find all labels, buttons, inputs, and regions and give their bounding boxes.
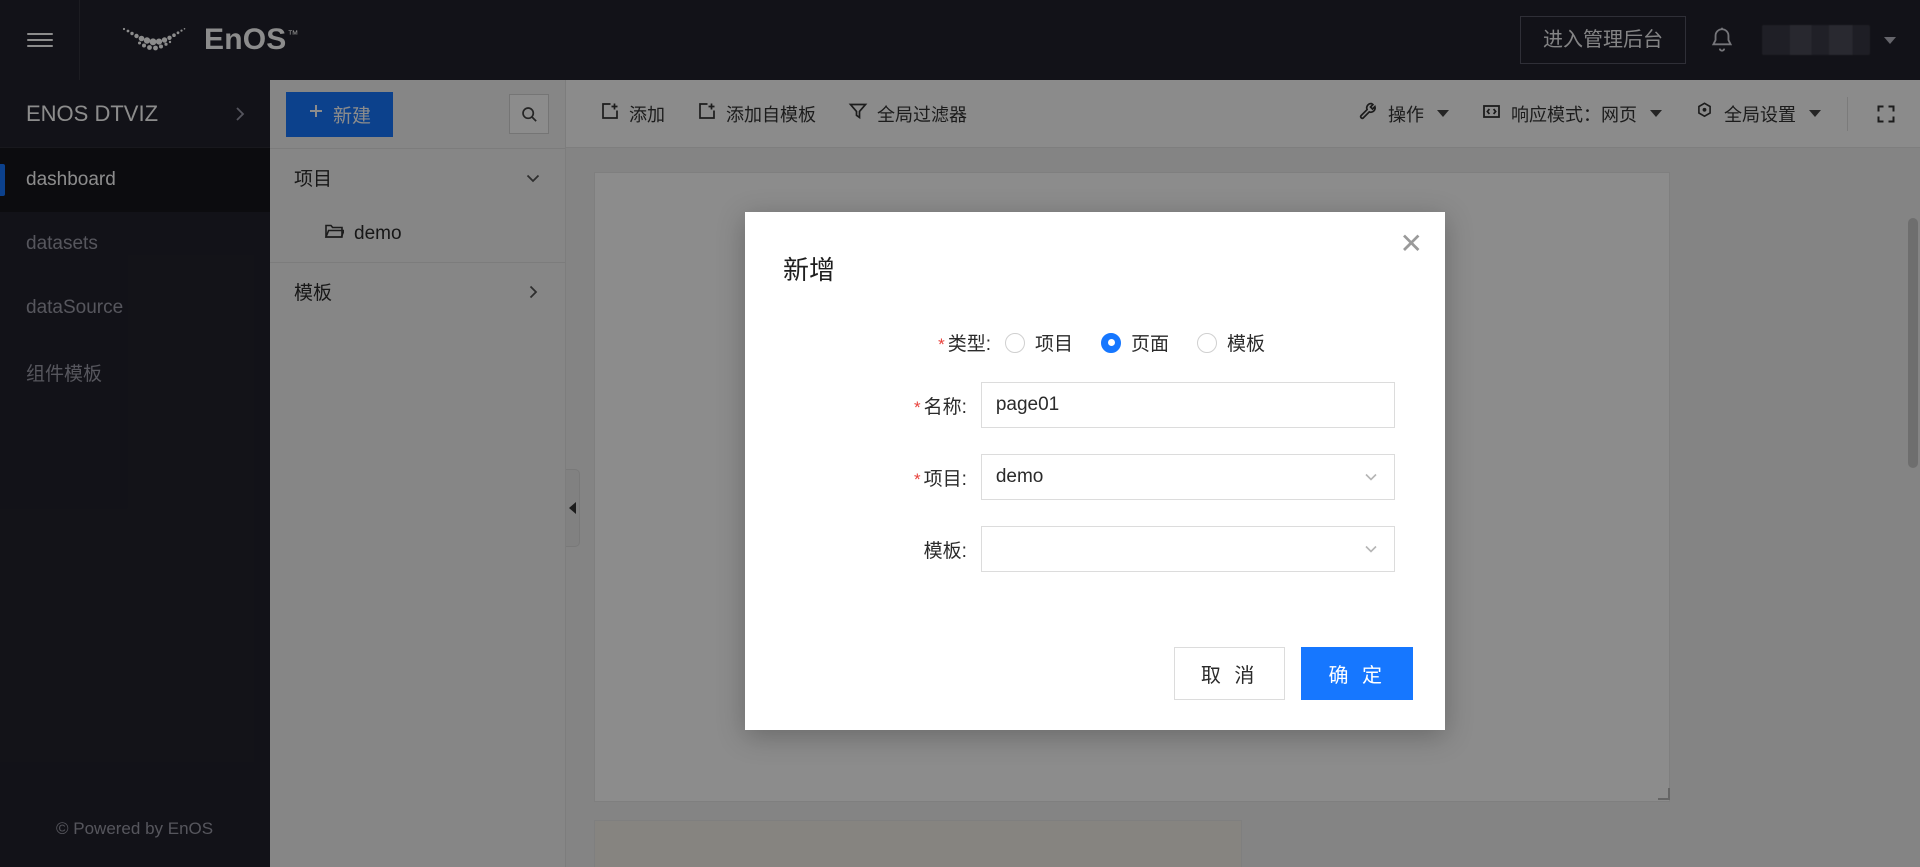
radio-option-label: 模板: [1227, 334, 1266, 355]
template-select[interactable]: [980, 526, 1395, 572]
project-field-row: * 项目: demo: [745, 454, 1395, 500]
name-input[interactable]: [980, 382, 1395, 428]
radio-option-label: 页面: [1131, 334, 1170, 355]
chevron-down-icon: [1362, 540, 1380, 558]
radio-circle-icon: [1005, 332, 1025, 353]
type-field-row: * 类型: 项目 页面 模板: [745, 329, 1395, 356]
template-label-text: 模板:: [923, 540, 967, 562]
dialog-footer: 取 消 确 定: [1173, 647, 1413, 700]
radio-option-page[interactable]: 页面: [1101, 329, 1169, 356]
project-field-label: * 项目:: [745, 464, 981, 491]
type-label-text: 类型:: [947, 334, 991, 355]
name-field-row: * 名称:: [745, 382, 1395, 428]
name-field-label: * 名称:: [745, 392, 981, 419]
project-select[interactable]: demo: [980, 454, 1395, 500]
cancel-button[interactable]: 取 消: [1173, 647, 1286, 700]
type-radio-group: 项目 页面 模板: [1005, 329, 1285, 356]
radio-option-template[interactable]: 模板: [1197, 329, 1265, 356]
app-root: EnOS™ 进入管理后台 ENOS DTVIZ dashboard datase…: [0, 0, 1920, 867]
radio-circle-icon: [1101, 332, 1122, 353]
radio-circle-icon: [1197, 332, 1218, 353]
dialog-body: * 类型: 项目 页面 模板 * 名称: page01 * 项目: demo 模…: [745, 287, 1445, 572]
chevron-down-icon: [1362, 468, 1380, 486]
radio-option-project[interactable]: 项目: [1005, 329, 1073, 356]
required-asterisk: *: [913, 397, 921, 417]
confirm-button[interactable]: 确 定: [1301, 647, 1413, 700]
close-icon[interactable]: ✕: [1400, 230, 1423, 258]
project-select-value: demo: [995, 466, 1044, 487]
radio-option-label: 项目: [1035, 334, 1074, 355]
template-field-row: 模板:: [745, 526, 1395, 572]
project-label-text: 项目:: [923, 468, 967, 490]
required-asterisk: *: [913, 469, 921, 489]
dialog-title: 新增: [783, 255, 836, 285]
type-field-label: * 类型:: [745, 329, 1005, 356]
required-asterisk: *: [938, 335, 945, 354]
name-label-text: 名称:: [923, 396, 967, 418]
template-field-label: 模板:: [745, 536, 981, 563]
new-item-dialog: ✕ 新增 * 类型: 项目 页面 模板 * 名称: page01 * 项目: d…: [745, 212, 1445, 730]
